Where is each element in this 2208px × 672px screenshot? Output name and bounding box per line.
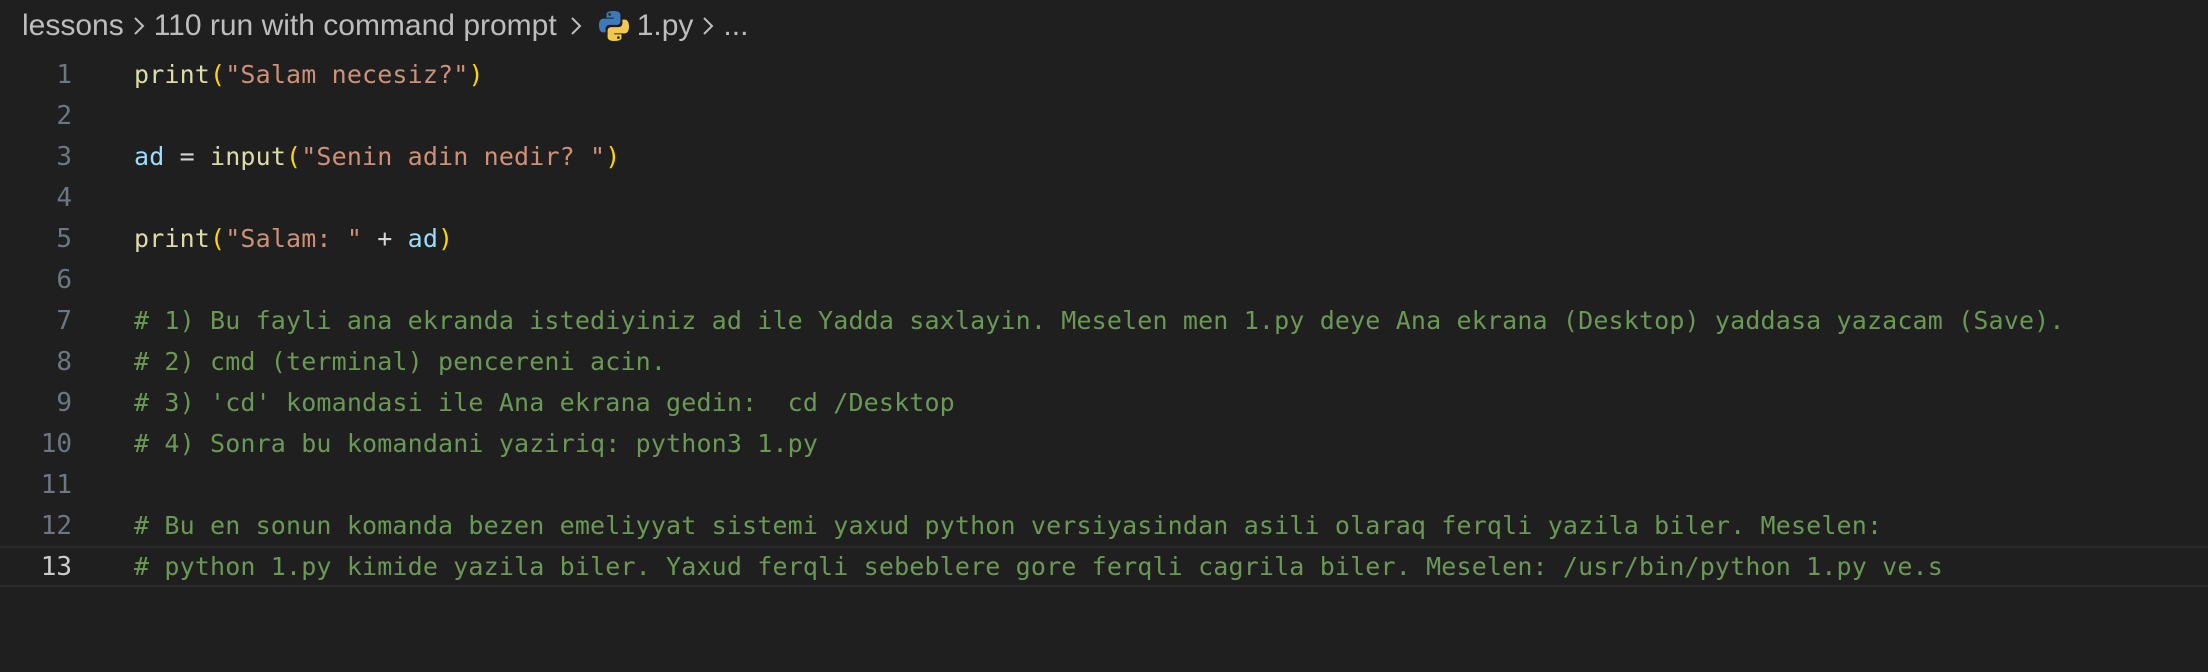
- chevron-right-icon: [124, 0, 154, 52]
- code-text[interactable]: # 2) cmd (terminal) pencereni acin.: [134, 347, 666, 376]
- code-text[interactable]: # Bu en sonun komanda bezen emeliyyat si…: [134, 511, 1882, 540]
- code-token: (: [210, 224, 226, 253]
- line-number: 11: [40, 469, 72, 500]
- code-token: ad: [134, 142, 165, 171]
- line-number: 3: [56, 141, 72, 172]
- code-line[interactable]: 13 # python 1.py kimide yazila biler. Yax…: [0, 546, 2208, 587]
- line-number: 10: [40, 428, 72, 459]
- code-token: print: [134, 60, 211, 89]
- code-line[interactable]: 8 # 2) cmd (terminal) pencereni acin.: [0, 341, 2208, 382]
- line-number: 12: [40, 510, 72, 541]
- code-token: "Senin adin nedir? ": [301, 142, 606, 171]
- code-token: ): [468, 60, 484, 89]
- code-editor[interactable]: 1 print("Salam necesiz?") 2 3 ad = input("Se…: [0, 52, 2208, 672]
- code-line[interactable]: 9 # 3) 'cd' komandasi ile Ana ekrana gedi…: [0, 382, 2208, 423]
- code-line[interactable]: 1 print("Salam necesiz?"): [0, 54, 2208, 95]
- line-number: 7: [56, 305, 72, 336]
- code-token: print: [134, 224, 211, 253]
- breadcrumb: lessons 110 run with command prompt 1.py…: [22, 0, 748, 52]
- line-number: 8: [56, 346, 72, 377]
- code-token: # 2) cmd (terminal) pencereni acin.: [134, 347, 667, 376]
- line-number: 9: [56, 387, 72, 418]
- code-line[interactable]: 11: [0, 464, 2208, 505]
- line-number: 1: [56, 59, 72, 90]
- code-text[interactable]: print("Salam necesiz?"): [134, 60, 484, 89]
- code-token: # python 1.py kimide yazila biler. Yaxud…: [134, 552, 1943, 581]
- code-text[interactable]: print("Salam: " + ad): [134, 224, 453, 253]
- line-number: 13: [40, 551, 72, 582]
- code-token: "Salam: ": [225, 224, 363, 253]
- code-line[interactable]: 4: [0, 177, 2208, 218]
- breadcrumb-folder-lessons[interactable]: lessons: [22, 9, 124, 43]
- code-text[interactable]: # 4) Sonra bu komandani yaziriq: python3…: [134, 429, 818, 458]
- code-text[interactable]: ad = input("Senin adin nedir? "): [134, 142, 620, 171]
- code-token: (: [210, 60, 226, 89]
- code-line[interactable]: 7 # 1) Bu fayli ana ekranda istediyiniz a…: [0, 300, 2208, 341]
- code-token: # Bu en sonun komanda bezen emeliyyat si…: [134, 511, 1883, 540]
- code-token: +: [362, 224, 408, 253]
- code-token: # 4) Sonra bu komandani yaziriq: python3…: [134, 429, 819, 458]
- code-token: ): [605, 142, 621, 171]
- line-number: 6: [56, 264, 72, 295]
- code-line[interactable]: 3 ad = input("Senin adin nedir? "): [0, 136, 2208, 177]
- code-token: input: [210, 142, 287, 171]
- code-line[interactable]: 2: [0, 95, 2208, 136]
- code-line[interactable]: 10 # 4) Sonra bu komandani yaziriq: pytho…: [0, 423, 2208, 464]
- breadcrumb-symbols-more[interactable]: ...: [723, 9, 748, 43]
- code-text[interactable]: # 1) Bu fayli ana ekranda istediyiniz ad…: [134, 306, 2065, 335]
- code-token: # 1) Bu fayli ana ekranda istediyiniz ad…: [134, 306, 2065, 335]
- chevron-right-icon: [693, 0, 723, 52]
- code-token: (: [286, 142, 302, 171]
- chevron-right-icon: [557, 0, 595, 52]
- breadcrumb-file[interactable]: 1.py: [637, 9, 694, 43]
- line-number: 4: [56, 182, 72, 213]
- code-token: ad: [407, 224, 439, 253]
- python-file-icon: [597, 0, 637, 52]
- code-token: =: [164, 142, 211, 171]
- code-line[interactable]: 12 # Bu en sonun komanda bezen emeliyyat …: [0, 505, 2208, 546]
- line-number: 2: [56, 100, 72, 131]
- code-token: "Salam necesiz?": [225, 60, 469, 89]
- code-text[interactable]: # python 1.py kimide yazila biler. Yaxud…: [134, 552, 1943, 581]
- code-token: # 3) 'cd' komandasi ile Ana ekrana gedin…: [134, 388, 955, 417]
- code-line[interactable]: 5 print("Salam: " + ad): [0, 218, 2208, 259]
- code-text[interactable]: # 3) 'cd' komandasi ile Ana ekrana gedin…: [134, 388, 955, 417]
- code-token: ): [438, 224, 454, 253]
- code-line[interactable]: 6: [0, 259, 2208, 300]
- line-number: 5: [56, 223, 72, 254]
- breadcrumb-folder-lesson-110[interactable]: 110 run with command prompt: [154, 9, 557, 43]
